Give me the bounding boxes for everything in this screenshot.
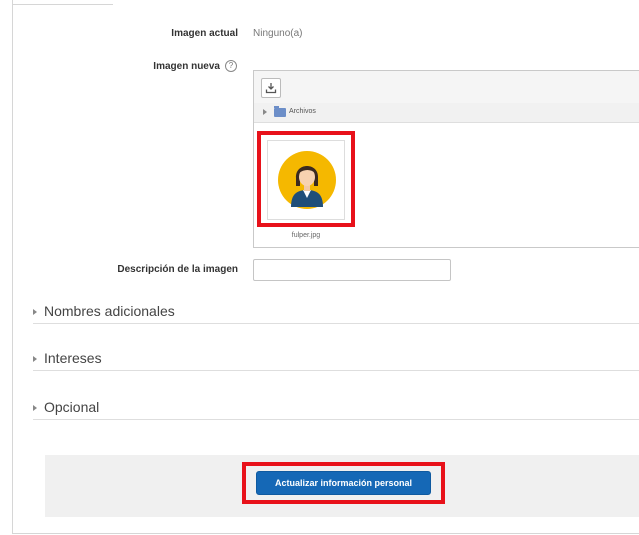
image-description-input[interactable]	[253, 259, 451, 281]
question-circle-icon[interactable]: ?	[225, 60, 237, 72]
button-highlight	[242, 462, 445, 504]
image-description-label: Descripción de la imagen	[117, 264, 238, 275]
caret-right-icon	[33, 356, 37, 362]
download-tray-icon	[265, 83, 277, 94]
current-image-label: Imagen actual	[171, 28, 238, 39]
section-title[interactable]: Nombres adicionales	[44, 303, 175, 319]
thumbnail-highlight	[257, 131, 355, 227]
section-title[interactable]: Intereses	[44, 350, 102, 366]
caret-right-icon	[33, 309, 37, 315]
section-opcional[interactable]: Opcional	[33, 399, 639, 420]
section-intereses[interactable]: Intereses	[33, 350, 639, 371]
expand-caret-icon[interactable]	[263, 109, 267, 115]
filepicker-path-bar: Archivos	[254, 103, 639, 123]
current-image-value: Ninguno(a)	[253, 28, 303, 39]
section-nombres-adicionales[interactable]: Nombres adicionales	[33, 303, 639, 324]
filepicker-toolbar	[254, 71, 639, 104]
path-label[interactable]: Archivos	[289, 108, 316, 115]
top-divider	[13, 4, 113, 5]
caret-right-icon	[33, 405, 37, 411]
section-title[interactable]: Opcional	[44, 399, 99, 415]
folder-icon	[274, 106, 286, 117]
file-name[interactable]: fulper.jpg	[270, 232, 342, 239]
upload-button[interactable]	[261, 78, 281, 98]
new-image-label: Imagen nueva	[153, 61, 220, 72]
